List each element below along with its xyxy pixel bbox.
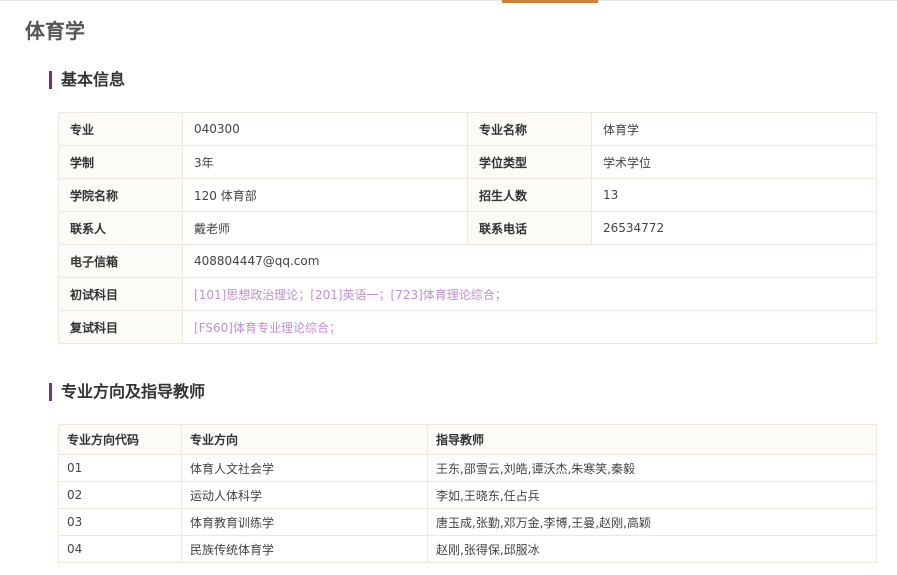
college-value: 120 体育部 bbox=[182, 178, 468, 212]
retest-subjects-label: 复试科目 bbox=[58, 310, 183, 344]
direction-code: 01 bbox=[58, 454, 182, 482]
table-row: 04 民族传统体育学 赵刚,张得保,邱服冰 bbox=[58, 535, 877, 563]
phone-label: 联系电话 bbox=[467, 211, 592, 245]
contact-label: 联系人 bbox=[58, 211, 183, 245]
prelim-subjects-label: 初试科目 bbox=[58, 277, 183, 311]
direction-code: 02 bbox=[58, 481, 182, 509]
college-label: 学院名称 bbox=[58, 178, 183, 212]
enrollment-value: 13 bbox=[591, 178, 877, 212]
section-title-directions: 专业方向及指导教师 bbox=[49, 383, 205, 401]
page-title: 体育学 bbox=[25, 19, 85, 43]
direction-teachers: 唐玉成,张勤,邓万金,李博,王曼,赵刚,高颖 bbox=[427, 508, 877, 536]
direction-code: 04 bbox=[58, 535, 182, 563]
column-header-teachers: 指导教师 bbox=[427, 424, 877, 455]
prelim-subjects-link[interactable]: [101]思想政治理论；[201]英语一；[723]体育理论综合； bbox=[182, 277, 877, 311]
table-row: 联系人 戴老师 联系电话 26534772 bbox=[58, 211, 877, 245]
table-row: 专业 040300 专业名称 体育学 bbox=[58, 112, 877, 146]
degree-type-label: 学位类型 bbox=[467, 145, 592, 179]
direction-teachers: 李如,王晓东,任占兵 bbox=[427, 481, 877, 509]
direction-code: 03 bbox=[58, 508, 182, 536]
table-row: 复试科目 [FS60]体育专业理论综合； bbox=[58, 310, 877, 344]
column-header-code: 专业方向代码 bbox=[58, 424, 182, 455]
enrollment-label: 招生人数 bbox=[467, 178, 592, 212]
degree-type-value: 学术学位 bbox=[591, 145, 877, 179]
major-label: 专业 bbox=[58, 112, 183, 146]
top-divider bbox=[0, 0, 897, 1]
major-name-label: 专业名称 bbox=[467, 112, 592, 146]
table-row: 电子信箱 408804447@qq.com bbox=[58, 244, 877, 278]
major-value: 040300 bbox=[182, 112, 468, 146]
section-title-basic-info: 基本信息 bbox=[49, 71, 125, 89]
contact-value: 戴老师 bbox=[182, 211, 468, 245]
direction-name: 体育人文社会学 bbox=[181, 454, 428, 482]
direction-name: 体育教育训练学 bbox=[181, 508, 428, 536]
retest-subjects-link[interactable]: [FS60]体育专业理论综合； bbox=[182, 310, 877, 344]
column-header-direction: 专业方向 bbox=[181, 424, 428, 455]
duration-label: 学制 bbox=[58, 145, 183, 179]
table-row: 03 体育教育训练学 唐玉成,张勤,邓万金,李博,王曼,赵刚,高颖 bbox=[58, 508, 877, 536]
direction-name: 民族传统体育学 bbox=[181, 535, 428, 563]
table-row: 学制 3年 学位类型 学术学位 bbox=[58, 145, 877, 179]
email-label: 电子信箱 bbox=[58, 244, 183, 278]
table-row: 01 体育人文社会学 王东,邵雪云,刘皓,谭沃杰,朱寒笑,秦毅 bbox=[58, 454, 877, 482]
basic-info-table: 专业 040300 专业名称 体育学 学制 3年 学位类型 学术学位 学院名称 … bbox=[58, 112, 877, 344]
direction-name: 运动人体科学 bbox=[181, 481, 428, 509]
table-row: 学院名称 120 体育部 招生人数 13 bbox=[58, 178, 877, 212]
table-row: 初试科目 [101]思想政治理论；[201]英语一；[723]体育理论综合； bbox=[58, 277, 877, 311]
table-header-row: 专业方向代码 专业方向 指导教师 bbox=[58, 424, 877, 455]
email-value: 408804447@qq.com bbox=[182, 244, 877, 278]
active-tab-indicator bbox=[502, 0, 598, 3]
phone-value: 26534772 bbox=[591, 211, 877, 245]
directions-table: 专业方向代码 专业方向 指导教师 01 体育人文社会学 王东,邵雪云,刘皓,谭沃… bbox=[58, 424, 877, 563]
major-name-value: 体育学 bbox=[591, 112, 877, 146]
table-row: 02 运动人体科学 李如,王晓东,任占兵 bbox=[58, 481, 877, 509]
direction-teachers: 王东,邵雪云,刘皓,谭沃杰,朱寒笑,秦毅 bbox=[427, 454, 877, 482]
direction-teachers: 赵刚,张得保,邱服冰 bbox=[427, 535, 877, 563]
duration-value: 3年 bbox=[182, 145, 468, 179]
